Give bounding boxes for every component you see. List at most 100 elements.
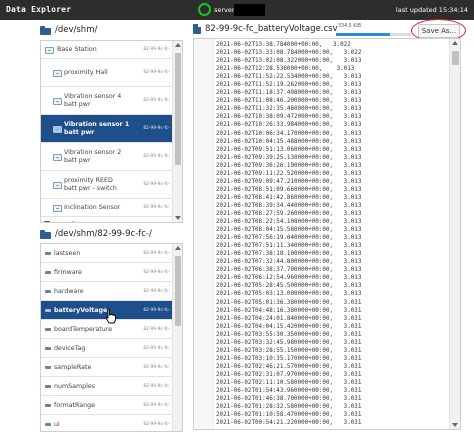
scroll-up-icon[interactable] [175,43,181,47]
device-icon [53,97,62,105]
device-id: 82-99-9c-fc- [143,307,170,313]
csv-line: 2021-06-02T08:39:34.440000+00:00, 3.013 [216,202,362,209]
scroll-up-icon[interactable] [175,246,181,250]
device-label: Vibration sensor 1 batt pwr [64,121,130,136]
file-label: sampleRate [54,363,92,371]
csv-content: 2021-06-02T13:38.784000+00:00, 3.022 2021… [216,41,448,427]
csv-line: 2021-06-02T11:52:19.262000+00:00, 3.013 [216,82,362,89]
shm-panel: Base Station 82-99-9c-fc-proximity Hall 82… [40,40,183,223]
device-icon [53,181,62,189]
csv-line: 2021-06-02T07:38:18.100000+00:00, 3.013 [216,251,362,258]
device-label: Base Station [57,46,97,53]
file-label: boardTemperature [54,325,113,333]
csv-line: 2021-06-02T13:38.784000+00:00, 3.022 [216,42,351,48]
file-list-item[interactable]: formatRange 82-99-9c-fc- [41,396,172,415]
file-list-item[interactable]: firmware 82-99-9c-fc- [41,263,172,282]
csv-line: 2021-06-02T09:51:13.060000+00:00, 3.013 [216,146,362,153]
file-label: ui [54,420,60,428]
csv-line: 2021-06-02T07:32:44.800000+00:00, 3.013 [216,259,362,266]
save-as-button[interactable]: Save As... [418,24,460,38]
csv-line: 2021-06-02T06:38:37.700000+00:00, 3.013 [216,267,362,274]
device-id: 82-99-9c-fc- [143,205,170,210]
file-label: formatRange [54,401,95,409]
file-icon [45,423,51,426]
device-id: 82-99-9c-fc- [143,70,170,75]
device-list-item[interactable]: _pending [41,217,172,222]
device-icon [53,153,62,161]
csv-line: 2021-06-02T09:09:47.210000+00:00, 3.013 [216,178,362,185]
device-id: 82-99-9c-fc- [143,47,170,52]
device-list-item[interactable]: Vibration sensor 4 batt pwr 82-99-9c-fc- [41,87,172,115]
server-status-icon [198,3,211,16]
file-label: hardware [54,287,84,295]
scroll-down-icon[interactable] [452,423,458,427]
device-list-item[interactable]: Base Station 82-99-9c-fc- [41,41,172,59]
csv-line: 2021-06-02T05:03:13.000000+00:00, 3.013 [216,291,362,298]
content-scrollbar[interactable] [449,39,460,429]
line-gutter [194,39,214,429]
device-id: 82-99-9c-fc- [143,250,170,256]
csv-line: 2021-06-02T08:22:54.108000+00:00, 3.013 [216,219,362,226]
device-scrollbar[interactable] [172,244,182,431]
shm-path: /dev/shm/ [55,25,98,35]
csv-line: 2021-06-02T01:10:58.470000+00:00, 3.031 [216,412,362,419]
scroll-thumb[interactable] [175,256,181,326]
scroll-thumb[interactable] [452,51,459,65]
shm-panel-header: /dev/shm/ [40,23,97,37]
device-id: 82-99-9c-fc- [143,269,170,275]
file-name: 82-99-9c-fc_batteryVoltage.csv [205,24,338,34]
file-label: numSamples [54,382,96,390]
scroll-thumb[interactable] [175,53,181,165]
csv-line: 2021-06-02T08:04:15.580000+00:00, 3.013 [216,227,362,234]
device-id: 82-99-9c-fc- [143,288,170,294]
file-list-item[interactable]: lastseen 82-99-9c-fc- [41,244,172,263]
file-list-item[interactable]: ui 82-99-9c-fc- [41,415,172,431]
csv-line: 2021-06-02T04:48:16.380000+00:00, 3.031 [216,307,362,314]
file-list-item[interactable]: hardware 82-99-9c-fc- [41,282,172,301]
device-label: _pending [54,221,83,223]
csv-line: 2021-06-02T03:55:30.350000+00:00, 3.031 [216,331,362,338]
redacted-box [234,4,265,16]
file-size: 334.5 KiB [338,24,362,29]
top-bar: Data Explorer server- last updated 15:34… [0,0,474,20]
device-icon [53,69,62,77]
folder-icon [40,25,51,35]
file-size-bar [336,33,411,36]
csv-line: 2021-06-02T01:28:32.580000+00:00, 3.031 [216,404,362,411]
device-id: 82-99-9c-fc- [143,364,170,370]
device-list-item[interactable]: Vibration sensor 2 batt pwr 82-99-9c-fc- [41,143,172,171]
file-icon [45,404,51,407]
csv-line: 2021-06-02T03:28:55.150000+00:00, 3.031 [216,347,362,354]
pending-icon [44,221,50,222]
csv-line: 2021-06-02T13:02:08.322000+00:00, 3.013 [216,58,362,65]
file-list-item[interactable]: deviceTag 82-99-9c-fc- [41,339,172,358]
device-icon [45,46,54,54]
csv-line: 2021-06-02T12:28.536000+00:00, 3.013 [216,66,355,73]
csv-line: 2021-06-02T01:46:38.700000+00:00, 3.031 [216,396,362,403]
csv-line: 2021-06-02T04:04:15.420000+00:00, 3.031 [216,323,362,330]
csv-line: 2021-06-02T08:51:09.660000+00:00, 3.013 [216,186,362,193]
device-list-item[interactable]: Vibration sensor 1 batt pwr 82-99-9c-fc- [41,115,172,143]
csv-line: 2021-06-02T10:38:09.472000+00:00, 3.013 [216,114,362,121]
csv-line: 2021-06-02T03:32:45.980000+00:00, 3.031 [216,339,362,346]
scroll-down-icon[interactable] [175,216,181,220]
file-list-item[interactable]: sampleRate 82-99-9c-fc- [41,358,172,377]
device-list-item[interactable]: proximity Hall 82-99-9c-fc- [41,59,172,87]
file-label: lastseen [54,249,81,257]
file-list-item[interactable]: numSamples 82-99-9c-fc- [41,377,172,396]
device-list-item[interactable]: proximity REED batt pwr - switch 82-99-9c… [41,171,172,199]
csv-line: 2021-06-02T05:01:36.380000+00:00, 3.031 [216,299,362,306]
csv-line: 2021-06-02T00:54:21.220000+00:00, 3.031 [216,420,362,427]
last-updated: last updated 15:34:14 [395,6,468,14]
file-icon [45,290,51,293]
file-content-view[interactable]: 2021-06-02T13:38.784000+00:00, 3.022 2021… [193,38,461,430]
csv-line: 2021-06-02T02:11:10.580000+00:00, 3.031 [216,379,362,386]
csv-line: 2021-06-02T10:06:34.170000+00:00, 3.013 [216,130,362,137]
csv-line: 2021-06-02T09:11:22.520000+00:00, 3.013 [216,170,362,177]
shm-scrollbar[interactable] [172,41,182,222]
scroll-up-icon[interactable] [452,41,458,45]
hand-cursor-icon [105,308,116,324]
csv-line: 2021-06-02T03:10:35.170000+00:00, 3.031 [216,355,362,362]
csv-line: 2021-06-02T07:56:19.040000+00:00, 3.013 [216,235,362,242]
device-list-item[interactable]: Inclination Sensor 82-99-9c-fc- [41,199,172,217]
